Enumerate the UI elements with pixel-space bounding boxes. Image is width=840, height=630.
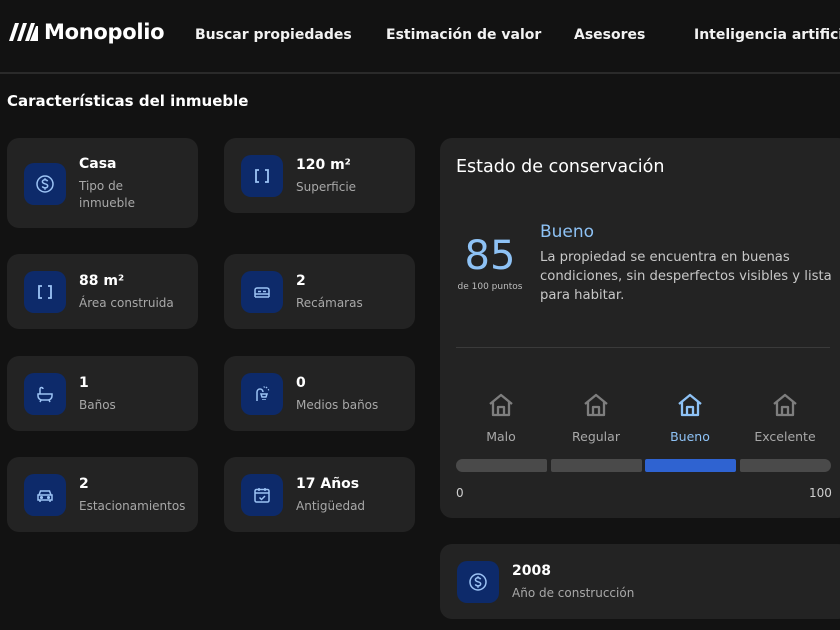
shower-icon [241, 373, 283, 415]
feature-card-estacionamientos: 2 Estacionamientos [7, 457, 198, 532]
dollar-icon [24, 163, 66, 205]
brackets-icon [24, 271, 66, 313]
house-icon [773, 393, 797, 417]
feature-value: 120 m² [296, 157, 351, 173]
feature-card-antiguedad: 17 Años Antigüedad [224, 457, 415, 532]
feature-label: Recámaras [296, 296, 363, 310]
bed-icon [241, 271, 283, 313]
level-bar-segment [456, 459, 547, 472]
level-label: Bueno [670, 429, 710, 444]
top-navigation: Monopolio Buscar propiedades Estimación … [0, 0, 840, 74]
nav-buscar-propiedades[interactable]: Buscar propiedades [195, 27, 352, 43]
level-malo: Malo [456, 390, 546, 444]
car-icon [24, 474, 66, 516]
feature-label: Antigüedad [296, 499, 366, 513]
nav-asesores[interactable]: Asesores [574, 27, 645, 43]
score-subtitle: de 100 puntos [457, 282, 523, 292]
nav-estimacion-de-valor[interactable]: Estimación de valor [386, 27, 541, 43]
conservation-panel: Estado de conservación 85 de 100 puntos … [440, 138, 840, 518]
feature-label: Tipo de inmueble [79, 179, 135, 210]
scale-max: 100 [809, 486, 832, 500]
scale-min: 0 [456, 486, 464, 500]
feature-card-medios-banos: 0 Medios baños [224, 356, 415, 431]
dollar-icon [457, 561, 499, 603]
feature-label: Área construida [79, 296, 174, 310]
feature-label: Estacionamientos [79, 499, 186, 513]
level-regular: Regular [551, 390, 641, 444]
house-icon [584, 393, 608, 417]
feature-label: Medios baños [296, 398, 379, 412]
conservation-state: Bueno [540, 222, 595, 242]
feature-value: 2 [79, 476, 89, 492]
feature-card-tipo: Casa Tipo de inmueble [7, 138, 198, 228]
feature-value: 0 [296, 375, 306, 391]
level-label: Regular [572, 429, 620, 444]
conservation-score: 85 de 100 puntos [454, 233, 526, 292]
brand-logo[interactable]: Monopolio [8, 20, 165, 44]
feature-value: 17 Años [296, 476, 360, 492]
level-bar-segment [740, 459, 831, 472]
feature-value: Casa [79, 156, 117, 172]
level-excelente: Excelente [740, 390, 830, 444]
calendar-check-icon [241, 474, 283, 516]
feature-card-banos: 1 Baños [7, 356, 198, 431]
score-value: 85 [464, 233, 516, 279]
house-icon [678, 393, 702, 417]
nav-inteligencia-artificial[interactable]: Inteligencia artificial [694, 27, 840, 43]
monopolio-logo-icon [9, 23, 38, 41]
level-bueno: Bueno [645, 390, 735, 444]
conservation-title: Estado de conservación [456, 157, 665, 177]
feature-value: 1 [79, 375, 89, 391]
house-icon [489, 393, 513, 417]
bathtub-icon [24, 373, 66, 415]
feature-card-recamaras: 2 Recámaras [224, 254, 415, 329]
conservation-description: La propiedad se encuentra en buenas cond… [540, 250, 832, 303]
level-label: Excelente [754, 429, 816, 444]
feature-value: 88 m² [79, 273, 125, 289]
level-bar-segment-active [645, 459, 736, 472]
brackets-icon [241, 155, 283, 197]
feature-label: Superficie [296, 180, 357, 194]
level-label: Malo [486, 429, 516, 444]
level-bar-segment [551, 459, 642, 472]
feature-card-area-construida: 88 m² Área construida [7, 254, 198, 329]
feature-value: 2 [296, 273, 306, 289]
feature-label: Baños [79, 398, 116, 412]
feature-card-superficie: 120 m² Superficie [224, 138, 415, 213]
section-title: Características del inmueble [7, 92, 249, 110]
year-value: 2008 [512, 563, 551, 579]
brand-name: Monopolio [44, 20, 165, 44]
construction-year-card: 2008 Año de construcción [440, 544, 840, 619]
divider [456, 347, 830, 348]
year-label: Año de construcción [512, 586, 635, 600]
